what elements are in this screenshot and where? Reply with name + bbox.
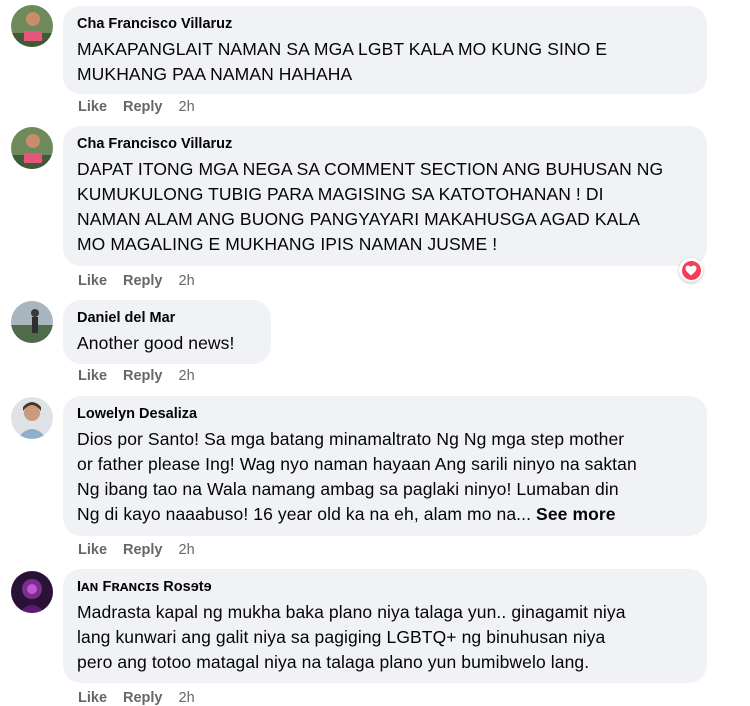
like-button[interactable]: Like (78, 368, 107, 384)
commenter-name[interactable]: Cha Francisco Villaruz (77, 135, 693, 153)
profile-photo-icon (11, 127, 53, 169)
timestamp[interactable]: 2h (179, 690, 195, 706)
avatar[interactable] (11, 571, 53, 613)
timestamp[interactable]: 2h (179, 273, 195, 289)
avatar[interactable] (11, 5, 53, 47)
comment-bubble: Iᴀɴ Fʀᴀɴcɪs Rosɘtɘ Madrasta kapal ng muk… (63, 569, 707, 683)
commenter-name[interactable]: Lowelyn Desaliza (77, 405, 693, 423)
like-button[interactable]: Like (78, 690, 107, 706)
comment-actions: Like Reply 2h (78, 690, 195, 706)
comment-actions: Like Reply 2h (78, 273, 195, 289)
timestamp[interactable]: 2h (179, 368, 195, 384)
heart-icon (681, 260, 701, 280)
comment-actions: Like Reply 2h (78, 99, 195, 115)
comment-actions: Like Reply 2h (78, 542, 195, 558)
reply-button[interactable]: Reply (123, 273, 163, 289)
comment-bubble: Cha Francisco Villaruz DAPAT ITONG MGA N… (63, 126, 707, 266)
reaction-badge[interactable] (679, 258, 703, 282)
comment-bubble: Cha Francisco Villaruz MAKAPANGLAIT NAMA… (63, 6, 707, 94)
see-more-link[interactable]: See more (536, 504, 616, 524)
avatar[interactable] (11, 301, 53, 343)
profile-photo-icon (11, 301, 53, 343)
commenter-name[interactable]: Cha Francisco Villaruz (77, 15, 693, 33)
profile-photo-icon (11, 571, 53, 613)
reply-button[interactable]: Reply (123, 368, 163, 384)
avatar[interactable] (11, 397, 53, 439)
comment-actions: Like Reply 2h (78, 368, 195, 384)
like-button[interactable]: Like (78, 542, 107, 558)
comment-text: DAPAT ITONG MGA NEGA SA COMMENT SECTION … (77, 159, 664, 254)
comment-text: Another good news! (77, 333, 235, 353)
reply-button[interactable]: Reply (123, 690, 163, 706)
comment-text: MAKAPANGLAIT NAMAN SA MGA LGBT KALA MO K… (77, 39, 608, 84)
commenter-name[interactable]: Daniel del Mar (77, 309, 257, 327)
profile-photo-icon (11, 397, 53, 439)
like-button[interactable]: Like (78, 99, 107, 115)
comment-text: Madrasta kapal ng mukha baka plano niya … (77, 602, 626, 672)
timestamp[interactable]: 2h (179, 99, 195, 115)
reply-button[interactable]: Reply (123, 99, 163, 115)
timestamp[interactable]: 2h (179, 542, 195, 558)
comment-bubble: Lowelyn Desaliza Dios por Santo! Sa mga … (63, 396, 707, 536)
commenter-name[interactable]: Iᴀɴ Fʀᴀɴcɪs Rosɘtɘ (77, 578, 693, 596)
comment-text: Dios por Santo! Sa mga batang minamaltra… (77, 427, 693, 527)
profile-photo-icon (11, 5, 53, 47)
comment-bubble: Daniel del Mar Another good news! (63, 300, 271, 364)
reply-button[interactable]: Reply (123, 542, 163, 558)
like-button[interactable]: Like (78, 273, 107, 289)
avatar[interactable] (11, 127, 53, 169)
